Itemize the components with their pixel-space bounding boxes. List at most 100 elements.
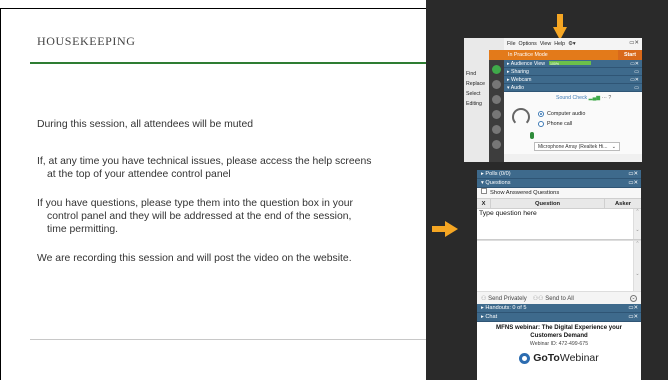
pane-controls-icon[interactable]: ▭✕: [630, 60, 639, 68]
pane-questions[interactable]: ▾ Questions ▭✕: [477, 179, 641, 188]
menu-file[interactable]: File: [507, 41, 516, 47]
bullet-line: at the top of your attendee control pane…: [47, 169, 231, 180]
pane-label: Audio: [510, 85, 525, 91]
menu-bar: File Options View Help ⚙▾ ▭✕: [504, 38, 642, 50]
window-controls-icon[interactable]: ▭✕: [629, 40, 639, 46]
ribbon-select[interactable]: Select: [466, 91, 480, 97]
ribbon-find[interactable]: Find: [466, 71, 476, 77]
send-to-all-button[interactable]: ⚇⚇ Send to All: [533, 295, 574, 302]
control-panel-top-screenshot: Find Replace Select Editing File Options…: [464, 38, 642, 162]
more-icon[interactable]: ···: [602, 95, 607, 101]
settings-icon[interactable]: ⚙▾: [568, 41, 575, 47]
show-answered-label: Show Answered Questions: [490, 190, 560, 196]
pane-chat[interactable]: ▸ Chat ▭✕: [477, 313, 641, 322]
computer-audio-label: Computer audio: [547, 111, 586, 117]
collapse-arrow-icon[interactable]: [489, 50, 504, 60]
pane-audience-view[interactable]: ▸ Audience View 100% ▭✕: [504, 60, 642, 68]
phone-call-label: Phone call: [547, 121, 573, 127]
computer-audio-radio[interactable]: [538, 111, 544, 117]
slide-title: HOUSEKEEPING: [37, 34, 136, 48]
control-panel-bottom-screenshot: ▸ Polls (0/0) ▭✕ ▾ Questions ▭✕ Show Ans…: [477, 170, 641, 380]
pane-handouts[interactable]: ▸ Handouts: 0 of 5 ▭✕: [477, 304, 641, 313]
pen-icon[interactable]: [492, 140, 501, 149]
left-border: [0, 8, 1, 380]
control-panel-main: File Options View Help ⚙▾ ▭✕ In Practice…: [504, 38, 642, 162]
audio-pane-body: Sound Check ▂▄▆ ··· ? Computer audio Pho…: [504, 92, 642, 154]
pane-label: Sharing: [511, 69, 529, 75]
microphone-value: Microphone Array (Realtek Hi...: [538, 144, 608, 150]
webinar-title: MFNS webinar: The Digital Experience you…: [496, 324, 622, 339]
group-icon: ⚇⚇: [532, 295, 544, 302]
webcam-icon[interactable]: [492, 80, 501, 89]
pane-label: Audience View: [510, 61, 545, 67]
sound-check-link[interactable]: Sound Check ▂▄▆ ··· ?: [556, 95, 611, 101]
pane-label: Webcam: [511, 77, 532, 83]
send-row: ⚇ Send Privately ⚇⚇ Send to All ⌄: [477, 291, 641, 304]
brand-webinar: Webinar: [559, 352, 599, 364]
audience-view-value: 100%: [550, 61, 559, 66]
practice-mode-bar: In Practice Mode Start: [504, 50, 642, 60]
menu-help[interactable]: Help: [554, 41, 565, 47]
person-icon: ⚇: [481, 295, 487, 302]
microphone-select[interactable]: Microphone Array (Realtek Hi... ⌄: [534, 142, 620, 151]
gotowebinar-flower-icon: [519, 352, 531, 364]
bullet-line: During this session, all attendees will …: [37, 119, 254, 130]
microphone-icon: [530, 132, 534, 139]
arrow-right-icon: [432, 221, 458, 237]
pane-label: Questions: [485, 180, 511, 186]
share-icon[interactable]: [492, 125, 501, 134]
bullet-line: control panel and they will be addressed…: [47, 211, 352, 222]
bullet-line: time permitting.: [47, 224, 119, 235]
pane-label: Handouts: 0 of 5: [485, 305, 527, 311]
bullet-line: If you have questions, please type them …: [37, 198, 353, 209]
title-underline: [30, 62, 426, 64]
screen-icon[interactable]: [492, 95, 501, 104]
pane-controls-icon[interactable]: ▭✕: [628, 179, 638, 188]
pane-audio[interactable]: ▾ Audio ▭: [504, 84, 642, 92]
top-border: [0, 8, 426, 9]
gotowebinar-logo: GoToWebinar: [477, 352, 641, 364]
hand-icon[interactable]: [492, 110, 501, 119]
questions-table-header: X Question Asker: [477, 198, 641, 209]
pane-sharing[interactable]: ▸ Sharing ▭: [504, 68, 642, 76]
column-question[interactable]: Question: [491, 199, 605, 208]
pane-label: Polls (0/0): [485, 171, 511, 177]
bullet-technical-issues: If, at any time you have technical issue…: [37, 155, 397, 181]
send-privately-button[interactable]: ⚇ Send Privately: [481, 295, 527, 302]
menu-options[interactable]: Options: [519, 41, 537, 47]
arrow-down-icon: [553, 14, 567, 40]
headset-icon: [512, 108, 530, 126]
column-asker[interactable]: Asker: [605, 199, 641, 208]
ribbon-replace[interactable]: Replace: [466, 81, 485, 87]
start-button[interactable]: Start: [618, 50, 642, 60]
column-x[interactable]: X: [477, 199, 491, 208]
brand-goto: GoTo: [533, 352, 560, 364]
show-answered-checkbox[interactable]: [481, 188, 487, 195]
mic-status-icon[interactable]: [492, 65, 501, 74]
pane-controls-icon[interactable]: ▭✕: [628, 170, 638, 179]
pane-controls-icon[interactable]: ▭✕: [630, 76, 639, 84]
question-input[interactable]: Type question here: [477, 209, 633, 239]
send-options-icon[interactable]: ⌄: [630, 295, 637, 302]
pane-polls[interactable]: ▸ Polls (0/0) ▭✕: [477, 170, 641, 179]
bullet-questions: If you have questions, please type them …: [37, 197, 397, 236]
phone-call-radio[interactable]: [538, 121, 544, 127]
show-answered-row[interactable]: Show Answered Questions: [477, 188, 641, 198]
question-compose-box[interactable]: ⌃ ⌄: [477, 240, 641, 291]
pane-webcam[interactable]: ▸ Webcam ▭✕: [504, 76, 642, 84]
help-icon[interactable]: ?: [608, 95, 611, 101]
send-privately-label: Send Privately: [488, 295, 527, 302]
bullet-line: If, at any time you have technical issue…: [37, 156, 372, 167]
pane-controls-icon[interactable]: ▭: [634, 84, 639, 92]
pane-controls-icon[interactable]: ▭✕: [628, 313, 638, 322]
pane-controls-icon[interactable]: ▭✕: [628, 304, 638, 313]
bullet-muted: During this session, all attendees will …: [37, 118, 397, 131]
menu-view[interactable]: View: [540, 41, 551, 47]
scrollbar[interactable]: ⌃ ⌄: [633, 241, 641, 291]
audience-view-meter: 100%: [549, 60, 591, 66]
bullet-line: We are recording this session and will p…: [37, 253, 352, 264]
footer-divider: [30, 339, 426, 340]
chevron-down-icon: ⌄: [611, 144, 616, 150]
pane-controls-icon[interactable]: ▭: [634, 68, 639, 76]
scrollbar[interactable]: ⌃ ⌄: [633, 209, 641, 239]
